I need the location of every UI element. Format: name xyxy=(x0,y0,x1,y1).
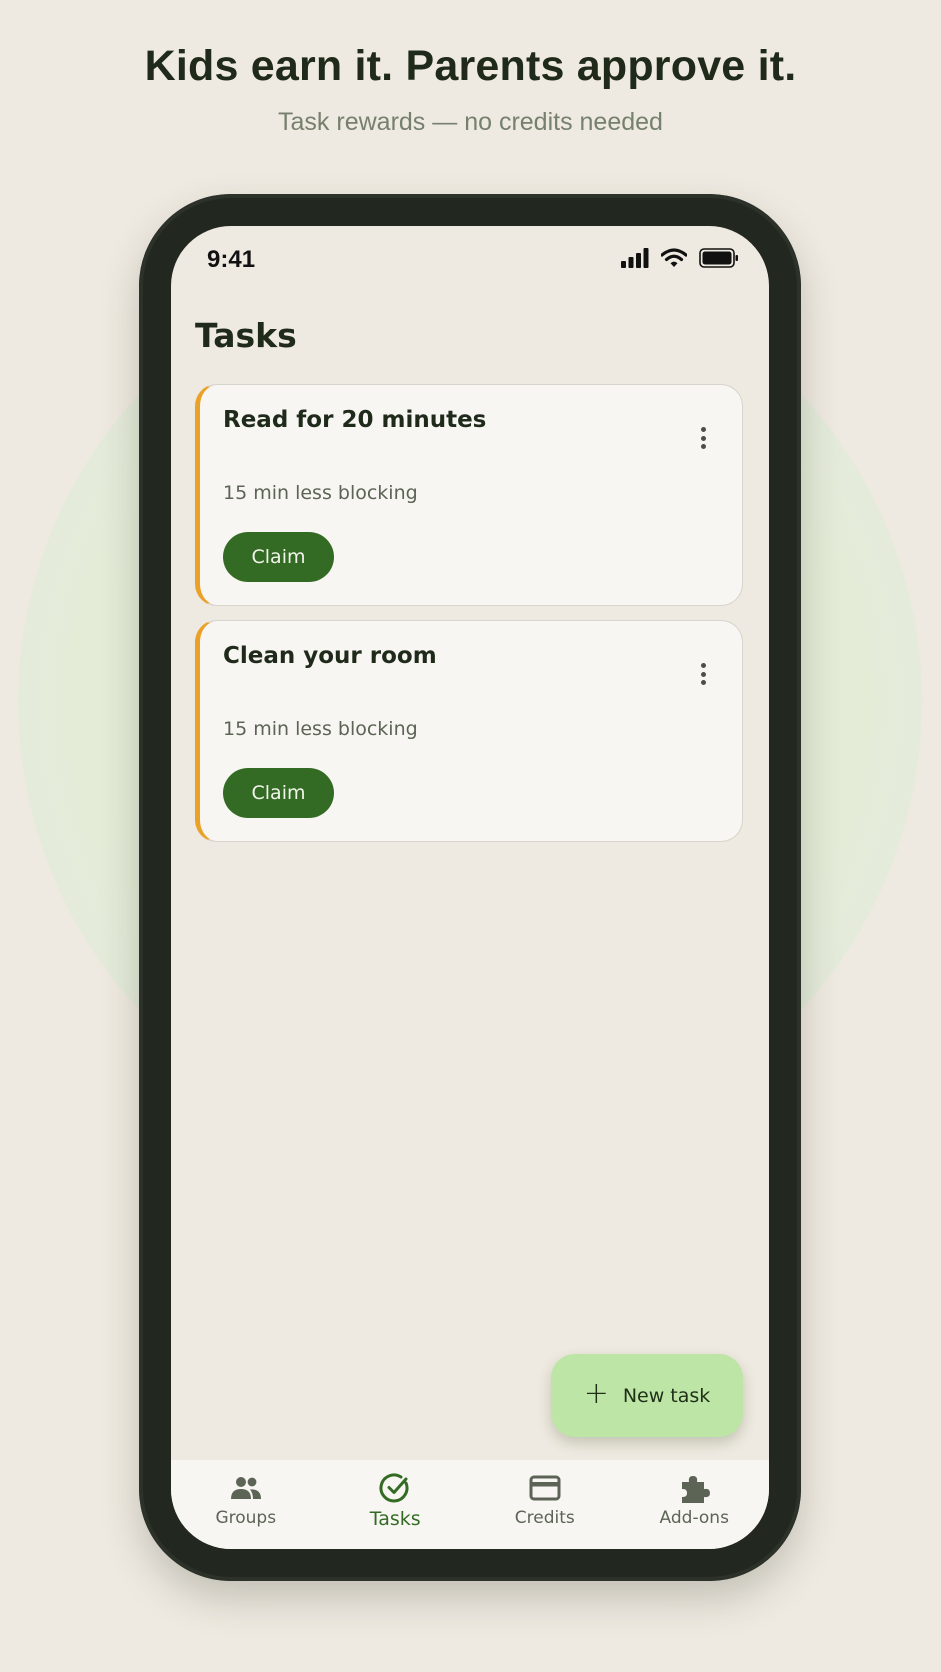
new-task-button[interactable]: + New task xyxy=(551,1354,743,1437)
promo-subline: Task rewards — no credits needed xyxy=(278,108,663,136)
page-title: Tasks xyxy=(195,316,297,355)
check-circle-icon xyxy=(379,1473,409,1503)
bottom-nav: Groups Tasks Credits Add-ons xyxy=(171,1460,769,1549)
new-task-label: New task xyxy=(622,1384,711,1407)
more-options-icon[interactable] xyxy=(694,423,712,453)
task-card: Clean your room 15 min less blocking Cla… xyxy=(195,620,743,842)
credit-card-icon xyxy=(529,1475,561,1501)
nav-item-add-ons[interactable]: Add-ons xyxy=(620,1460,770,1549)
claim-button[interactable]: Claim xyxy=(223,768,334,818)
status-time: 9:41 xyxy=(207,246,256,273)
status-bar: 9:41 xyxy=(171,226,769,296)
nav-item-credits[interactable]: Credits xyxy=(470,1460,620,1549)
puzzle-icon xyxy=(682,1476,711,1503)
claim-button[interactable]: Claim xyxy=(223,532,334,582)
nav-label: Tasks xyxy=(369,1508,421,1530)
nav-item-groups[interactable]: Groups xyxy=(171,1460,321,1549)
nav-item-tasks[interactable]: Tasks xyxy=(321,1460,471,1549)
task-title: Read for 20 minutes xyxy=(223,407,487,433)
nav-label: Groups xyxy=(215,1508,277,1528)
nav-label: Credits xyxy=(514,1508,575,1528)
phone-screen: 9:41 Tasks Read for 20 minutes 15 min le… xyxy=(171,226,769,1549)
task-reward: 15 min less blocking xyxy=(223,718,418,740)
wifi-icon xyxy=(661,248,687,267)
promo-stage: Kids earn it. Parents approve it. Task r… xyxy=(0,0,941,1672)
task-title: Clean your room xyxy=(223,643,437,669)
nav-label: Add-ons xyxy=(659,1508,729,1528)
more-options-icon[interactable] xyxy=(694,659,712,689)
phone-frame: 9:41 Tasks Read for 20 minutes 15 min le… xyxy=(139,194,801,1581)
groups-icon xyxy=(230,1477,261,1499)
task-reward: 15 min less blocking xyxy=(223,482,418,504)
task-card: Read for 20 minutes 15 min less blocking… xyxy=(195,384,743,606)
promo-headline: Kids earn it. Parents approve it. xyxy=(144,42,797,90)
cellular-signal-icon xyxy=(621,248,649,268)
plus-icon: + xyxy=(583,1376,609,1411)
battery-icon xyxy=(699,248,738,268)
